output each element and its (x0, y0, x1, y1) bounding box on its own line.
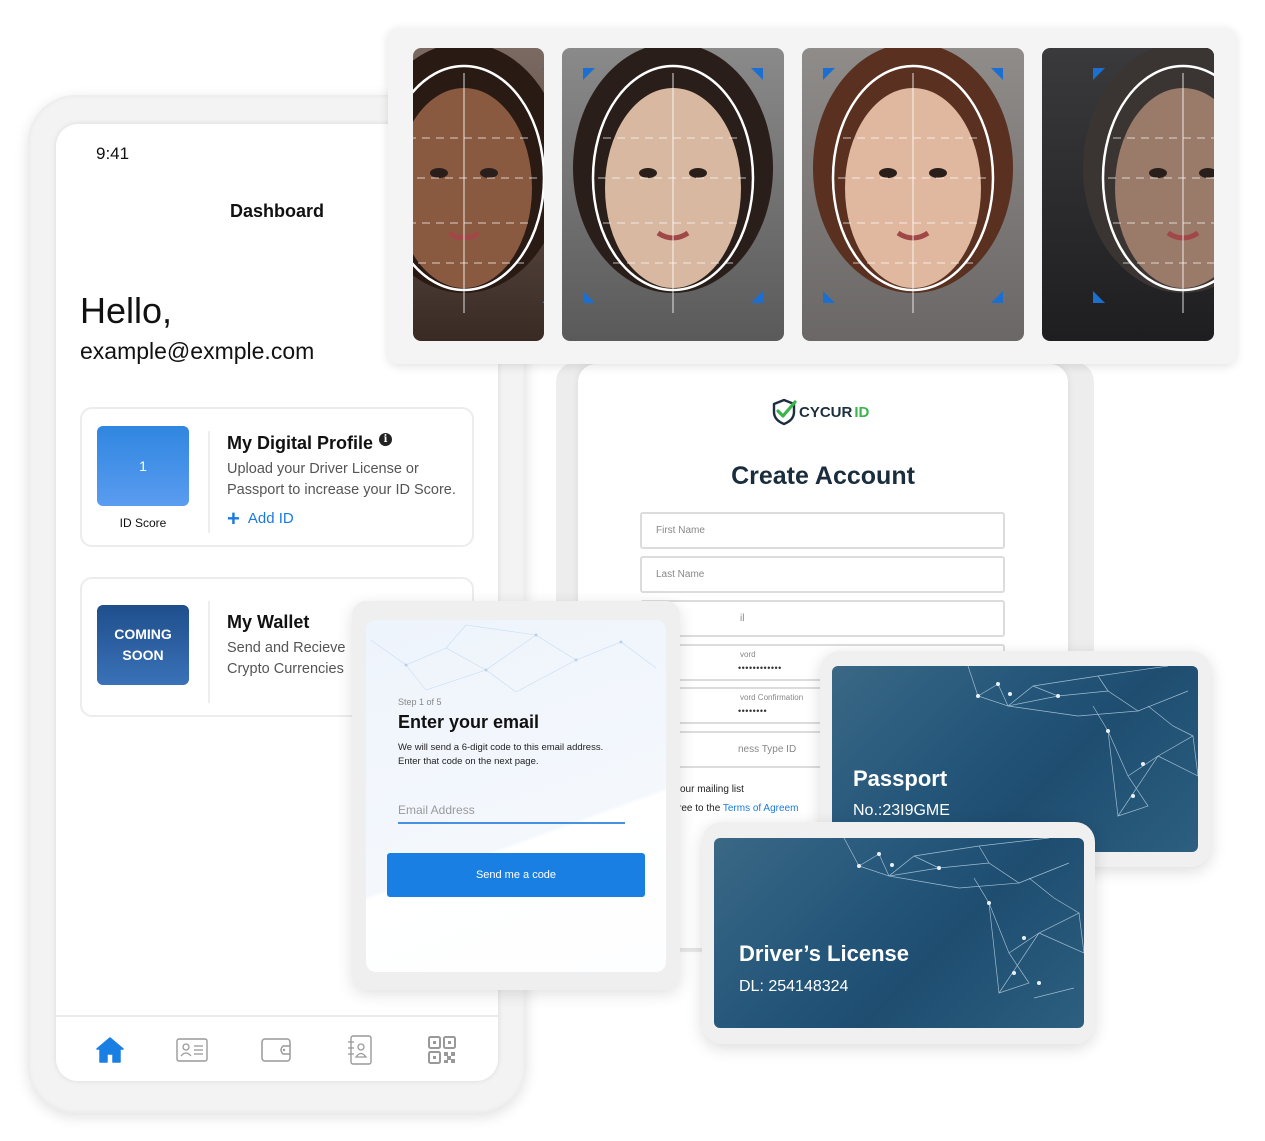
id-score-value: 1 (139, 458, 147, 474)
logo-text-green: ID (854, 403, 870, 421)
digital-profile-title: My Digital Profile i (227, 433, 393, 454)
wallet-description: Send and Recieve Crypto Currencies (227, 640, 346, 677)
plus-icon: + (227, 506, 240, 531)
coming-soon-line1: COMING (114, 626, 172, 642)
digital-profile-title-text: My Digital Profile (227, 433, 374, 453)
card-divider (208, 601, 210, 703)
create-account-title: Create Account (731, 462, 915, 490)
email-field[interactable]: il (640, 600, 1005, 637)
password-value: •••••••••••• (738, 663, 782, 673)
terms-prefix: ree to the (678, 803, 723, 814)
license-title: Driver’s License (739, 941, 909, 966)
tab-wallet[interactable] (260, 1035, 292, 1065)
password-confirm-label: vord Confirmation (740, 693, 804, 702)
drivers-license-card[interactable]: Driver’s License DL: 254148324 (714, 838, 1084, 1028)
terms-checkbox-label[interactable]: ree to the Terms of Agreem (678, 803, 798, 814)
face-scan-1 (413, 48, 544, 341)
coming-soon-line2: SOON (122, 647, 164, 663)
first-name-placeholder: First Name (656, 525, 705, 536)
contacts-icon (348, 1035, 372, 1065)
network-pattern (370, 624, 657, 693)
passport-title: Passport (853, 766, 948, 791)
password-label: vord (740, 650, 756, 659)
face-scan-3 (802, 48, 1024, 341)
mailing-list-checkbox-label[interactable]: our mailing list (680, 784, 744, 795)
add-id-label: Add ID (247, 510, 294, 527)
home-icon (96, 1037, 124, 1063)
face-photo (1042, 48, 1214, 341)
passport-number: No.:23I9GME (853, 802, 950, 819)
digital-profile-card[interactable]: 1 ID Score My Digital Profile i Upload yo… (80, 407, 474, 547)
coming-soon-badge: COMING SOON (97, 605, 189, 685)
last-name-field[interactable]: Last Name (640, 556, 1005, 593)
license-number: DL: 254148324 (739, 978, 849, 995)
status-time: 9:41 (96, 144, 130, 163)
bottom-tab-bar (56, 1015, 498, 1081)
face-scan-4 (1042, 48, 1214, 341)
enter-email-description: We will send a 6-digit code to this emai… (398, 742, 604, 767)
tab-contacts[interactable] (343, 1035, 375, 1065)
add-id-button[interactable]: + Add ID (227, 506, 294, 531)
shield-check-icon (772, 398, 797, 426)
info-icon[interactable]: i (379, 433, 393, 446)
wallet-icon (261, 1038, 291, 1062)
face-scan-2 (562, 48, 784, 341)
cycurid-logo: CYCUR ID (771, 398, 869, 426)
face-photo (413, 48, 544, 341)
face-scan-strip (388, 28, 1236, 364)
password-confirm-value: •••••••• (738, 706, 768, 716)
user-email: example@exmple.com (80, 338, 315, 364)
greeting: Hello, (80, 290, 173, 331)
business-type-placeholder: ness Type ID (738, 744, 797, 755)
face-photo (802, 48, 1024, 341)
step-indicator: Step 1 of 5 (398, 697, 442, 707)
tab-home[interactable] (94, 1035, 126, 1065)
id-score-badge: 1 (97, 426, 189, 506)
face-photo (562, 48, 784, 341)
email-address-input[interactable] (398, 798, 625, 824)
id-score-label: ID Score (119, 516, 167, 530)
first-name-field[interactable]: First Name (640, 512, 1005, 549)
email-step-card: Step 1 of 5 Enter your email We will sen… (366, 620, 666, 972)
tab-qr-code[interactable] (426, 1035, 458, 1065)
id-card-icon (176, 1038, 208, 1062)
logo-text-dark: CYCUR (799, 403, 853, 421)
digital-profile-description: Upload your Driver License or Passport t… (227, 461, 456, 498)
qr-code-icon (428, 1036, 456, 1064)
enter-email-title: Enter your email (398, 712, 540, 732)
tab-id-card[interactable] (176, 1035, 208, 1065)
wallet-title: My Wallet (227, 612, 310, 632)
last-name-placeholder: Last Name (656, 569, 705, 580)
send-code-button[interactable]: Send me a code (387, 853, 645, 897)
network-pattern (843, 838, 1084, 999)
card-divider (208, 431, 210, 533)
terms-link[interactable]: Terms of Agreem (723, 803, 799, 814)
email-placeholder: il (740, 613, 745, 624)
